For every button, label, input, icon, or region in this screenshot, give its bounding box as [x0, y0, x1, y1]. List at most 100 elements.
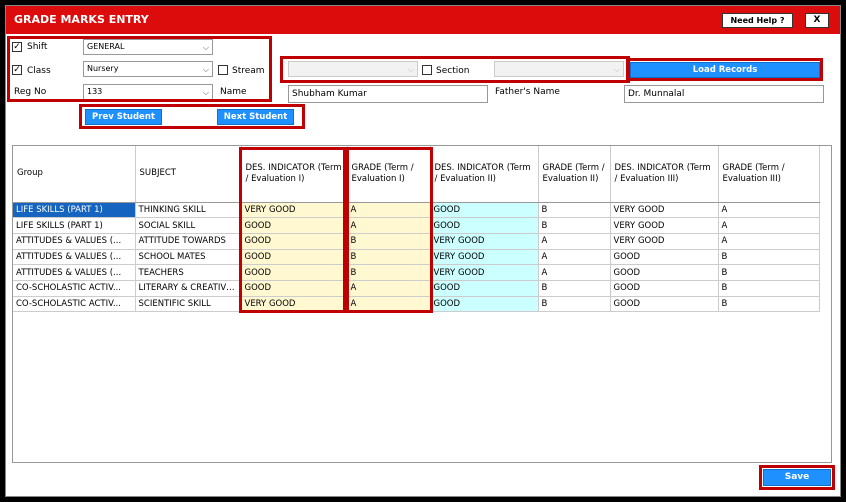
- grade-term1-cell[interactable]: A: [347, 280, 431, 297]
- father-name-label: Father's Name: [495, 87, 560, 97]
- indicator-term2-cell[interactable]: GOOD: [430, 217, 539, 234]
- column-header[interactable]: DES. INDICATOR (Term / Evaluation II): [430, 146, 539, 203]
- table-row: ATTITUDES & VALUES (... TEACHERS GOOD B …: [13, 264, 820, 281]
- table-row: LIFE SKILLS (PART 1) SOCIAL SKILL GOOD A…: [13, 217, 820, 234]
- grade-term1-cell[interactable]: B: [347, 264, 431, 281]
- indicator-term2-cell[interactable]: VERY GOOD: [430, 264, 539, 281]
- need-help-button[interactable]: Need Help ?: [722, 13, 793, 28]
- grade-term3-cell[interactable]: B: [718, 280, 820, 297]
- group-cell[interactable]: LIFE SKILLS (PART 1): [13, 217, 136, 234]
- father-name-field[interactable]: Dr. Munnalal: [624, 85, 824, 103]
- shift-select[interactable]: GENERAL ⌵: [83, 39, 213, 55]
- indicator-term3-cell[interactable]: VERY GOOD: [610, 202, 719, 219]
- grade-term3-cell[interactable]: B: [718, 296, 820, 313]
- grade-term3-cell[interactable]: B: [718, 249, 820, 266]
- grade-term1-cell[interactable]: B: [347, 249, 431, 266]
- close-button[interactable]: X: [805, 13, 829, 28]
- column-header[interactable]: DES. INDICATOR (Term / Evaluation III): [610, 146, 719, 203]
- indicator-term1-cell[interactable]: GOOD: [241, 249, 348, 266]
- title-bar: GRADE MARKS ENTRY Need Help ? X: [6, 6, 840, 34]
- indicator-term1-cell[interactable]: VERY GOOD: [241, 296, 348, 313]
- grade-grid: Group SUBJECT DES. INDICATOR (Term / Eva…: [12, 145, 832, 463]
- indicator-term3-cell[interactable]: VERY GOOD: [610, 217, 719, 234]
- indicator-term3-cell[interactable]: GOOD: [610, 264, 719, 281]
- indicator-term1-cell[interactable]: GOOD: [241, 280, 348, 297]
- grade-term2-cell[interactable]: B: [538, 280, 611, 297]
- indicator-term2-cell[interactable]: GOOD: [430, 280, 539, 297]
- indicator-term1-cell[interactable]: GOOD: [241, 264, 348, 281]
- grade-term2-cell[interactable]: B: [538, 217, 611, 234]
- grade-term3-cell[interactable]: A: [718, 202, 820, 219]
- column-header[interactable]: SUBJECT: [135, 146, 242, 203]
- grade-term2-cell[interactable]: B: [538, 296, 611, 313]
- indicator-term3-cell[interactable]: GOOD: [610, 280, 719, 297]
- grade-marks-entry-window: GRADE MARKS ENTRY Need Help ? X ✓ Shift …: [5, 5, 841, 497]
- table-row: CO-SCHOLASTIC ACTIV... LITERARY & CREATI…: [13, 280, 820, 297]
- student-name-field[interactable]: Shubham Kumar: [288, 85, 488, 103]
- subject-cell[interactable]: SCIENTIFIC SKILL: [135, 296, 242, 313]
- indicator-term3-cell[interactable]: GOOD: [610, 296, 719, 313]
- section-select-left[interactable]: ⌵: [288, 61, 418, 77]
- column-header[interactable]: GRADE (Term / Evaluation I): [347, 146, 431, 203]
- class-value: Nursery: [87, 64, 119, 73]
- table-row: LIFE SKILLS (PART 1) THINKING SKILL VERY…: [13, 202, 820, 219]
- indicator-term3-cell[interactable]: VERY GOOD: [610, 233, 719, 250]
- indicator-term2-cell[interactable]: GOOD: [430, 202, 539, 219]
- prev-student-button[interactable]: Prev Student: [85, 109, 162, 125]
- save-button[interactable]: Save: [763, 469, 831, 486]
- group-cell[interactable]: LIFE SKILLS (PART 1): [13, 202, 136, 219]
- grade-term1-cell[interactable]: A: [347, 202, 431, 219]
- class-select[interactable]: Nursery ⌵: [83, 61, 213, 77]
- grade-term2-cell[interactable]: A: [538, 249, 611, 266]
- subject-cell[interactable]: SOCIAL SKILL: [135, 217, 242, 234]
- grade-term1-cell[interactable]: A: [347, 217, 431, 234]
- column-header[interactable]: DES. INDICATOR (Term / Evaluation I): [241, 146, 348, 203]
- indicator-term2-cell[interactable]: VERY GOOD: [430, 233, 539, 250]
- grade-term2-cell[interactable]: A: [538, 233, 611, 250]
- stream-checkbox[interactable]: [218, 65, 228, 75]
- grade-term1-cell[interactable]: A: [347, 296, 431, 313]
- indicator-term1-cell[interactable]: GOOD: [241, 217, 348, 234]
- table-row: ATTITUDES & VALUES (... ATTITUDE TOWARDS…: [13, 233, 820, 250]
- name-label: Name: [220, 87, 247, 97]
- grade-table: Group SUBJECT DES. INDICATOR (Term / Eva…: [13, 146, 820, 313]
- grade-term2-cell[interactable]: A: [538, 264, 611, 281]
- regno-label: Reg No: [14, 87, 47, 97]
- indicator-term2-cell[interactable]: GOOD: [430, 296, 539, 313]
- group-cell[interactable]: CO-SCHOLASTIC ACTIV...: [13, 296, 136, 313]
- indicator-term1-cell[interactable]: GOOD: [241, 233, 348, 250]
- section-select[interactable]: ⌵: [494, 61, 624, 77]
- group-cell[interactable]: ATTITUDES & VALUES (...: [13, 233, 136, 250]
- regno-select[interactable]: 133 ⌵: [83, 84, 213, 100]
- subject-cell[interactable]: LITERARY & CREATIVE ...: [135, 280, 242, 297]
- load-records-button[interactable]: Load Records: [630, 62, 820, 78]
- next-student-button[interactable]: Next Student: [217, 109, 294, 125]
- grid-header-row: Group SUBJECT DES. INDICATOR (Term / Eva…: [13, 146, 820, 203]
- grade-term3-cell[interactable]: B: [718, 264, 820, 281]
- group-cell[interactable]: CO-SCHOLASTIC ACTIV...: [13, 280, 136, 297]
- class-checkbox[interactable]: ✓: [12, 65, 22, 75]
- column-header[interactable]: GRADE (Term / Evaluation II): [538, 146, 611, 203]
- subject-cell[interactable]: THINKING SKILL: [135, 202, 242, 219]
- regno-value: 133: [87, 87, 103, 96]
- indicator-term3-cell[interactable]: GOOD: [610, 249, 719, 266]
- chevron-down-icon: ⌵: [202, 88, 209, 97]
- shift-checkbox[interactable]: ✓: [12, 42, 22, 52]
- group-cell[interactable]: ATTITUDES & VALUES (...: [13, 264, 136, 281]
- group-cell[interactable]: ATTITUDES & VALUES (...: [13, 249, 136, 266]
- grade-term2-cell[interactable]: B: [538, 202, 611, 219]
- grade-term1-cell[interactable]: B: [347, 233, 431, 250]
- subject-cell[interactable]: SCHOOL MATES: [135, 249, 242, 266]
- subject-cell[interactable]: TEACHERS: [135, 264, 242, 281]
- section-checkbox[interactable]: [422, 65, 432, 75]
- subject-cell[interactable]: ATTITUDE TOWARDS: [135, 233, 242, 250]
- class-label: Class: [27, 66, 51, 76]
- indicator-term1-cell[interactable]: VERY GOOD: [241, 202, 348, 219]
- grade-term3-cell[interactable]: A: [718, 233, 820, 250]
- window-title: GRADE MARKS ENTRY: [14, 13, 149, 26]
- chevron-down-icon: ⌵: [202, 43, 209, 52]
- grade-term3-cell[interactable]: A: [718, 217, 820, 234]
- indicator-term2-cell[interactable]: VERY GOOD: [430, 249, 539, 266]
- column-header[interactable]: GRADE (Term / Evaluation III): [718, 146, 820, 203]
- column-header[interactable]: Group: [13, 146, 136, 203]
